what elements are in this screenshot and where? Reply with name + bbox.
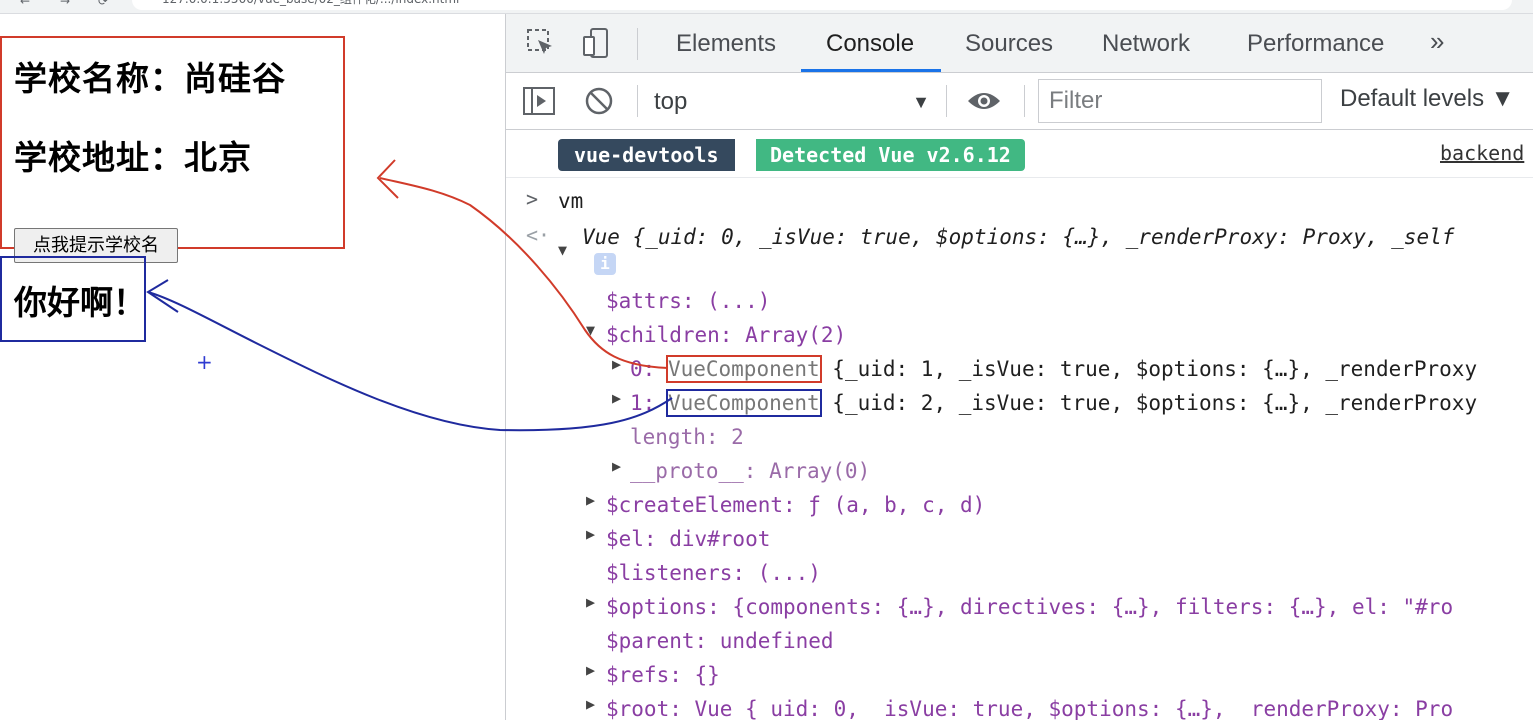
forward-icon[interactable]: → — [60, 0, 70, 8]
prop-proto[interactable]: __proto__: Array(0) — [630, 457, 870, 485]
prop-length[interactable]: length: 2 — [630, 423, 744, 451]
console-output: > vm <· Vue {_uid: 0, _isVue: true, $opt… — [506, 179, 1533, 720]
source-link[interactable]: backend — [1440, 141, 1524, 165]
tab-performance[interactable]: Performance — [1247, 30, 1384, 58]
prop-createElement[interactable]: $createElement: ƒ (a, b, c, d) — [606, 491, 985, 519]
school-name: 学校名称：尚硅谷 — [14, 59, 286, 98]
context-selector[interactable]: top ▼ — [654, 85, 934, 119]
expand-triangle-icon[interactable]: ▶ — [612, 389, 630, 407]
school-component: 学校名称：尚硅谷 学校地址：北京 点我提示学校名 — [0, 36, 345, 263]
console-input-line: vm — [558, 189, 584, 213]
vuecomponent-label-student: VueComponent — [665, 389, 822, 417]
expand-triangle-icon[interactable]: ▶ — [586, 661, 604, 679]
cursor-plus-mark: + — [196, 350, 213, 374]
vuecomponent-label-school: VueComponent — [665, 355, 822, 383]
result-arrow-icon: <· — [526, 223, 551, 247]
expand-triangle-icon[interactable]: ▶ — [586, 491, 604, 509]
tab-console[interactable]: Console — [826, 30, 914, 58]
reload-icon[interactable]: ⟳ — [98, 0, 108, 8]
active-tab-indicator — [801, 69, 941, 72]
device-toolbar-icon[interactable] — [580, 26, 614, 60]
child-item-1[interactable]: 1: VueComponent {_uid: 2, _isVue: true, … — [630, 389, 1477, 417]
expand-triangle-icon[interactable]: ▶ — [612, 457, 630, 475]
tab-divider — [637, 28, 638, 60]
vue-devtools-badge: vue-devtools — [558, 139, 735, 171]
clear-console-icon[interactable] — [584, 86, 614, 116]
sidebar-toggle-icon[interactable] — [522, 86, 556, 116]
devtools-panel: Elements Console Sources Network Perform… — [505, 14, 1533, 720]
toolbar-divider — [946, 85, 947, 117]
child-index: 0: — [630, 357, 668, 381]
log-levels-dropdown[interactable]: Default levels ▼ — [1340, 85, 1515, 113]
child-summary: {_uid: 1, _isVue: true, $options: {…}, _… — [819, 357, 1478, 381]
school-address: 学校地址：北京 — [14, 138, 252, 177]
live-expression-eye-icon[interactable] — [966, 88, 1002, 114]
tab-elements[interactable]: Elements — [676, 30, 776, 58]
more-tabs-icon[interactable]: » — [1430, 26, 1444, 57]
expand-triangle-icon[interactable]: ▼ — [558, 241, 576, 259]
vue-detected-badge: Detected Vue v2.6.12 — [756, 139, 1025, 171]
inspect-element-icon[interactable] — [524, 26, 558, 60]
prop-attrs[interactable]: $attrs: (...) — [606, 287, 770, 315]
collapse-triangle-icon[interactable]: ▼ — [586, 321, 604, 339]
prop-listeners[interactable]: $listeners: (...) — [606, 559, 821, 587]
expand-triangle-icon[interactable]: ▶ — [586, 525, 604, 543]
rendered-page: 学校名称：尚硅谷 学校地址：北京 点我提示学校名 你好啊！ + — [0, 14, 505, 720]
prop-options[interactable]: $options: {components: {…}, directives: … — [606, 593, 1453, 621]
student-component: 你好啊！ — [0, 256, 146, 342]
tab-network[interactable]: Network — [1102, 30, 1190, 58]
console-toolbar: top ▼ Filter Default levels ▼ — [506, 73, 1533, 130]
child-item-0[interactable]: 0: VueComponent {_uid: 1, _isVue: true, … — [630, 355, 1477, 383]
expand-triangle-icon[interactable]: ▶ — [586, 695, 604, 713]
child-summary: {_uid: 2, _isVue: true, $options: {…}, _… — [819, 391, 1478, 415]
back-icon[interactable]: ← — [20, 0, 30, 8]
result-summary[interactable]: Vue {_uid: 0, _isVue: true, $options: {…… — [582, 223, 1454, 251]
vue-devtools-message: vue-devtools Detected Vue v2.6.12 backen… — [506, 130, 1533, 178]
prop-parent[interactable]: $parent: undefined — [606, 627, 834, 655]
toolbar-divider — [1024, 85, 1025, 117]
devtools-tabbar: Elements Console Sources Network Perform… — [506, 14, 1533, 73]
prop-root[interactable]: $root: Vue {_uid: 0, _isVue: true, $opti… — [606, 695, 1453, 720]
info-icon[interactable]: i — [594, 253, 616, 275]
prop-refs[interactable]: $refs: {} — [606, 661, 720, 689]
console-filter-input[interactable]: Filter — [1038, 79, 1322, 123]
expand-triangle-icon[interactable]: ▶ — [612, 355, 630, 373]
caret-down-icon: ▼ — [912, 92, 930, 112]
child-index: 1: — [630, 391, 668, 415]
student-greeting: 你好啊！ — [14, 283, 146, 322]
input-prompt-icon: > — [526, 187, 539, 211]
tab-sources[interactable]: Sources — [965, 30, 1053, 58]
prop-el[interactable]: $el: div#root — [606, 525, 770, 553]
browser-toolbar: ← → ⟳ 127.0.0.1:5500/vue_base/02_组件化/...… — [0, 0, 1533, 14]
toolbar-divider — [637, 85, 638, 117]
expand-triangle-icon[interactable]: ▶ — [586, 593, 604, 611]
prop-children[interactable]: $children: Array(2) — [606, 321, 846, 349]
context-value: top — [654, 88, 688, 115]
address-bar[interactable]: 127.0.0.1:5500/vue_base/02_组件化/.../index… — [132, 0, 1512, 10]
